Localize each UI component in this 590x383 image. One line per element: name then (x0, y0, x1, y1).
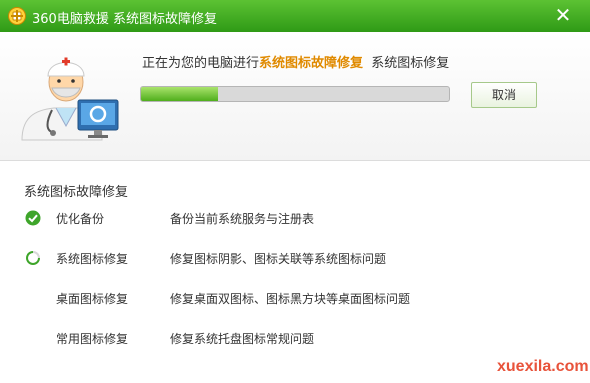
doctor-illustration-icon (21, 57, 119, 141)
status-message: 正在为您的电脑进行系统图标故障修复 系统图标修复 (142, 52, 449, 71)
title-bar: 360电脑救援 系统图标故障修复 ✕ (0, 0, 590, 32)
status-prefix: 正在为您的电脑进行 (142, 56, 260, 71)
progress-fill (141, 87, 218, 101)
cancel-button[interactable]: 取消 (471, 82, 537, 108)
task-desc: 修复系统托盘图标常规问题 (170, 332, 315, 346)
app-logo-icon (8, 7, 26, 25)
watermark: xuexila.com (497, 358, 589, 375)
task-name: 桌面图标修复 (56, 292, 129, 306)
task-desc: 备份当前系统服务与注册表 (170, 212, 315, 226)
window-title: 360电脑救援 系统图标故障修复 (32, 12, 217, 27)
progress-bar (140, 86, 450, 102)
divider (0, 160, 590, 161)
task-name: 系统图标修复 (56, 252, 129, 266)
check-icon (25, 210, 41, 226)
task-row-desktop-icons: 桌面图标修复 修复桌面双图标、图标黑方块等桌面图标问题 (0, 286, 590, 310)
section-title: 系统图标故障修复 (24, 185, 129, 200)
task-row-backup: 优化备份 备份当前系统服务与注册表 (0, 206, 590, 230)
status-suffix: 系统图标修复 (371, 56, 450, 71)
status-highlight: 系统图标故障修复 (259, 56, 364, 71)
loading-spinner-icon (26, 251, 40, 265)
task-name: 常用图标修复 (56, 332, 129, 346)
task-desc: 修复桌面双图标、图标黑方块等桌面图标问题 (170, 292, 411, 306)
close-button[interactable]: ✕ (546, 0, 580, 30)
task-row-system-icons: 系统图标修复 修复图标阴影、图标关联等系统图标问题 (0, 246, 590, 270)
close-icon: ✕ (554, 3, 572, 27)
task-desc: 修复图标阴影、图标关联等系统图标问题 (170, 252, 387, 266)
task-row-common-icons: 常用图标修复 修复系统托盘图标常规问题 (0, 326, 590, 350)
task-name: 优化备份 (56, 212, 105, 226)
